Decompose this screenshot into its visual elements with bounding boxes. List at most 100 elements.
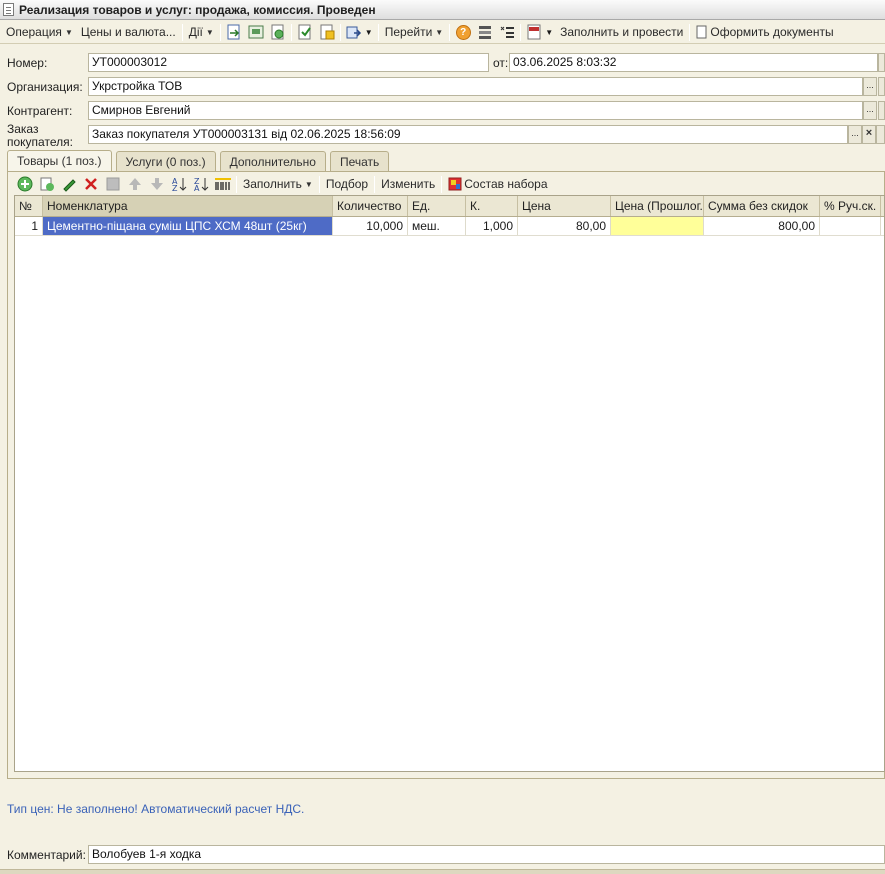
help-icon[interactable]: ? [454, 23, 472, 41]
clear-icon[interactable]: × [862, 125, 876, 144]
set-content-label: Состав набора [464, 177, 548, 191]
order-label-line1: Заказ [7, 122, 39, 136]
cell-manual-discount[interactable] [820, 217, 881, 235]
contractor-label: Контрагент: [7, 104, 73, 118]
order-label-line2: покупателя: [7, 135, 73, 149]
delete-row-icon[interactable] [82, 175, 100, 193]
toolbar-separator [290, 23, 292, 41]
table-header: № Номенклатура Количество Ед. К. Цена Це… [15, 196, 884, 217]
actions-menu[interactable]: Дії ▼ [185, 22, 218, 42]
sort-ascending-icon[interactable]: AZ [170, 175, 188, 193]
tab-goods[interactable]: Товары (1 поз.) [7, 150, 112, 171]
calendar-icon[interactable] [878, 53, 885, 72]
column-header-nomenclature[interactable]: Номенклатура [43, 196, 333, 216]
document-icon [3, 3, 14, 16]
set-content-button[interactable]: Состав набора [444, 174, 551, 194]
refresh-document-icon[interactable] [269, 23, 287, 41]
fill-menu[interactable]: Заполнить ▼ [239, 174, 317, 194]
column-header-coefficient[interactable]: К. [466, 196, 518, 216]
add-row-icon[interactable] [16, 175, 34, 193]
toolbar-separator [520, 23, 522, 41]
cell-price[interactable]: 80,00 [518, 217, 611, 235]
column-header-quantity[interactable]: Количество [333, 196, 408, 216]
fill-and-post-label: Заполнить и провести [560, 25, 684, 39]
chevron-down-icon: ▼ [435, 27, 444, 37]
cell-previous-price[interactable] [611, 217, 704, 235]
goto-menu[interactable]: Перейти ▼ [381, 22, 447, 42]
document-icon [696, 25, 707, 39]
cell-sum-without-discount[interactable]: 800,00 [704, 217, 820, 235]
customer-order-open-button[interactable] [876, 125, 885, 144]
number-label: Номер: [7, 56, 48, 70]
cell-quantity[interactable]: 10,000 [333, 217, 408, 235]
toolbar-separator [689, 23, 691, 41]
prices-currency-button[interactable]: Цены и валюта... [77, 22, 180, 42]
chevron-down-icon: ▼ [205, 27, 214, 37]
toolbar-separator [219, 23, 221, 41]
customer-order-select-button[interactable]: ... [848, 125, 862, 144]
column-header-unit[interactable]: Ед. [408, 196, 466, 216]
fill-menu-label: Заполнить [243, 177, 302, 191]
cell-unit[interactable]: меш. [408, 217, 466, 235]
comment-label: Комментарий: [7, 848, 86, 862]
post-and-close-icon[interactable] [225, 23, 243, 41]
chevron-down-icon[interactable]: ▼ [365, 28, 373, 37]
change-button-label: Изменить [381, 177, 436, 191]
organization-field[interactable]: Укрстройка ТОВ [88, 77, 863, 96]
structure-icon[interactable] [476, 23, 494, 41]
edit-row-icon[interactable] [60, 175, 78, 193]
end-edit-icon[interactable] [104, 175, 122, 193]
contractor-open-button[interactable] [878, 101, 885, 120]
cell-nomenclature[interactable]: Цементно-піщана суміш ЦПС ХСМ 48шт (25кг… [43, 217, 333, 235]
operation-menu[interactable]: Операция ▼ [2, 22, 77, 42]
toolbar-separator [441, 175, 443, 193]
move-down-icon[interactable] [148, 175, 166, 193]
bottom-strip [0, 869, 885, 874]
sort-descending-icon[interactable]: ZA [192, 175, 210, 193]
organization-open-button[interactable] [878, 77, 885, 96]
set-content-icon [448, 177, 462, 191]
tab-services[interactable]: Услуги (0 поз.) [115, 151, 216, 171]
column-header-manual-discount[interactable]: % Руч.ск. [820, 196, 881, 216]
organization-select-button[interactable]: ... [863, 77, 877, 96]
change-button[interactable]: Изменить [377, 174, 439, 194]
chevron-down-icon: ▼ [304, 179, 313, 189]
create-based-on-icon[interactable] [345, 23, 363, 41]
price-type-info-link[interactable]: Тип цен: Не заполнено! Автоматический ра… [7, 802, 304, 816]
tab-print[interactable]: Печать [329, 151, 390, 171]
pick-button[interactable]: Подбор [322, 174, 372, 194]
contractor-field[interactable]: Смирнов Евгений [88, 101, 863, 120]
organization-label: Организация: [7, 80, 83, 94]
toolbar-separator [339, 23, 341, 41]
make-documents-button[interactable]: Оформить документы [692, 22, 837, 42]
tab-additional[interactable]: Дополнительно [219, 151, 326, 171]
unpost-document-icon[interactable] [318, 23, 336, 41]
goods-table[interactable]: № Номенклатура Количество Ед. К. Цена Це… [14, 195, 885, 772]
move-up-icon[interactable] [126, 175, 144, 193]
prices-currency-label: Цены и валюта... [80, 25, 176, 39]
xml-export-icon[interactable] [525, 23, 543, 41]
post-document-icon[interactable] [296, 23, 314, 41]
toolbar-separator [181, 23, 183, 41]
contractor-select-button[interactable]: ... [863, 101, 877, 120]
main-toolbar: Операция ▼ Цены и валюта... Дії ▼ ▼ Перейт… [0, 21, 885, 44]
column-header-number[interactable]: № [15, 196, 43, 216]
comment-field[interactable]: Волобуев 1-я ходка [88, 845, 885, 864]
table-row[interactable]: 1 Цементно-піщана суміш ЦПС ХСМ 48шт (25… [15, 217, 884, 236]
chevron-down-icon[interactable]: ▼ [545, 28, 553, 37]
fill-and-post-button[interactable]: Заполнить и провести [556, 22, 687, 42]
column-header-previous-price[interactable]: Цена (Прошлог... [611, 196, 704, 216]
items-toolbar: AZ ZA Заполнить ▼ Подбор Изменить Состав … [14, 173, 885, 195]
list-settings-icon[interactable] [498, 23, 516, 41]
copy-row-icon[interactable] [38, 175, 56, 193]
cell-coefficient[interactable]: 1,000 [466, 217, 518, 235]
date-field[interactable]: 03.06.2025 8:03:32 [509, 53, 878, 72]
number-field[interactable]: УТ000003012 [88, 53, 489, 72]
save-icon[interactable] [247, 23, 265, 41]
column-header-sum-without-discount[interactable]: Сумма без скидок [704, 196, 820, 216]
barcode-icon[interactable] [214, 175, 232, 193]
toolbar-separator [377, 23, 379, 41]
toolbar-separator [318, 175, 320, 193]
column-header-price[interactable]: Цена [518, 196, 611, 216]
customer-order-field[interactable]: Заказ покупателя УТ000003131 від 02.06.2… [88, 125, 848, 144]
